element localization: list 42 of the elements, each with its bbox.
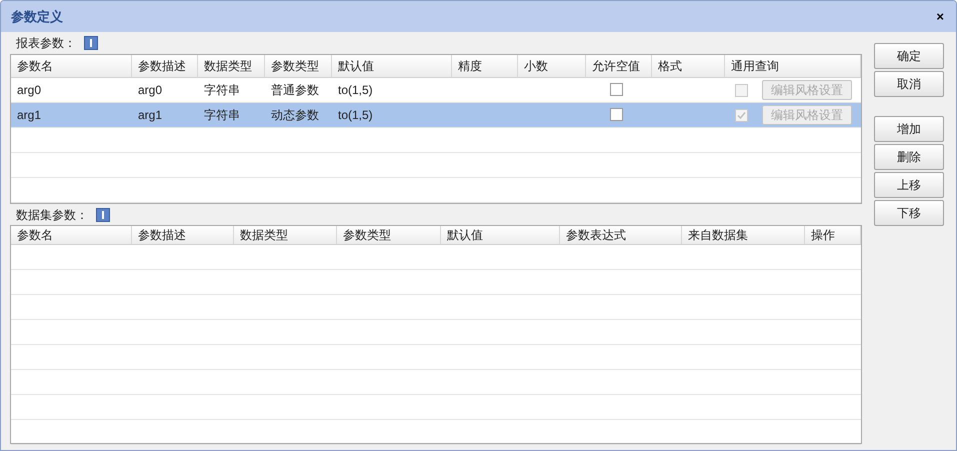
- column-header[interactable]: 精度: [458, 57, 482, 75]
- column-header[interactable]: 允许空值: [592, 57, 640, 75]
- column-header[interactable]: 参数表达式: [566, 226, 626, 244]
- table-cell-text: 字符串: [204, 107, 240, 124]
- table-cell-text: to(1,5): [338, 82, 373, 99]
- column-header[interactable]: 数据类型: [240, 226, 288, 244]
- table-cell-text: 普通参数: [271, 82, 319, 99]
- section-label: 报表参数：: [16, 35, 76, 52]
- info-icon[interactable]: [96, 208, 110, 222]
- column-header[interactable]: 参数描述: [138, 57, 186, 75]
- checkbox[interactable]: [610, 108, 623, 121]
- column-header[interactable]: 参数描述: [138, 226, 186, 244]
- dialog-button[interactable]: 上移: [874, 172, 944, 198]
- close-button[interactable]: ×: [934, 10, 946, 23]
- column-header[interactable]: 默认值: [447, 226, 483, 244]
- column-header[interactable]: 参数类型: [343, 226, 391, 244]
- section-label: 数据集参数：: [16, 207, 88, 224]
- info-icon[interactable]: [84, 36, 98, 50]
- column-header[interactable]: 参数类型: [271, 57, 319, 75]
- column-header[interactable]: 小数: [524, 57, 548, 75]
- column-header[interactable]: 来自数据集: [688, 226, 748, 244]
- checkbox[interactable]: [610, 83, 623, 96]
- window-title: 参数定义: [11, 8, 63, 26]
- table-cell-text: arg0: [138, 82, 162, 99]
- column-header[interactable]: 数据类型: [204, 57, 252, 75]
- dialog-button[interactable]: 删除: [874, 144, 944, 170]
- dialog-button[interactable]: 确定: [874, 43, 944, 69]
- table-cell-text: to(1,5): [338, 107, 373, 124]
- column-header[interactable]: 默认值: [338, 57, 374, 75]
- table-cell-text: arg0: [17, 82, 42, 99]
- table-cell-text: arg1: [138, 107, 162, 124]
- dialog-button[interactable]: 增加: [874, 116, 944, 142]
- column-header[interactable]: 格式: [658, 57, 682, 75]
- table-cell-text: 字符串: [204, 82, 240, 99]
- column-header[interactable]: 参数名: [17, 226, 53, 244]
- dialog-button[interactable]: 取消: [874, 71, 944, 97]
- column-header[interactable]: 参数名: [17, 57, 53, 75]
- column-header[interactable]: 操作: [811, 226, 835, 244]
- column-header[interactable]: 通用查询: [731, 57, 779, 75]
- table-cell-text: 动态参数: [271, 107, 319, 124]
- dialog-button[interactable]: 下移: [874, 200, 944, 226]
- table-cell-text: arg1: [17, 107, 42, 124]
